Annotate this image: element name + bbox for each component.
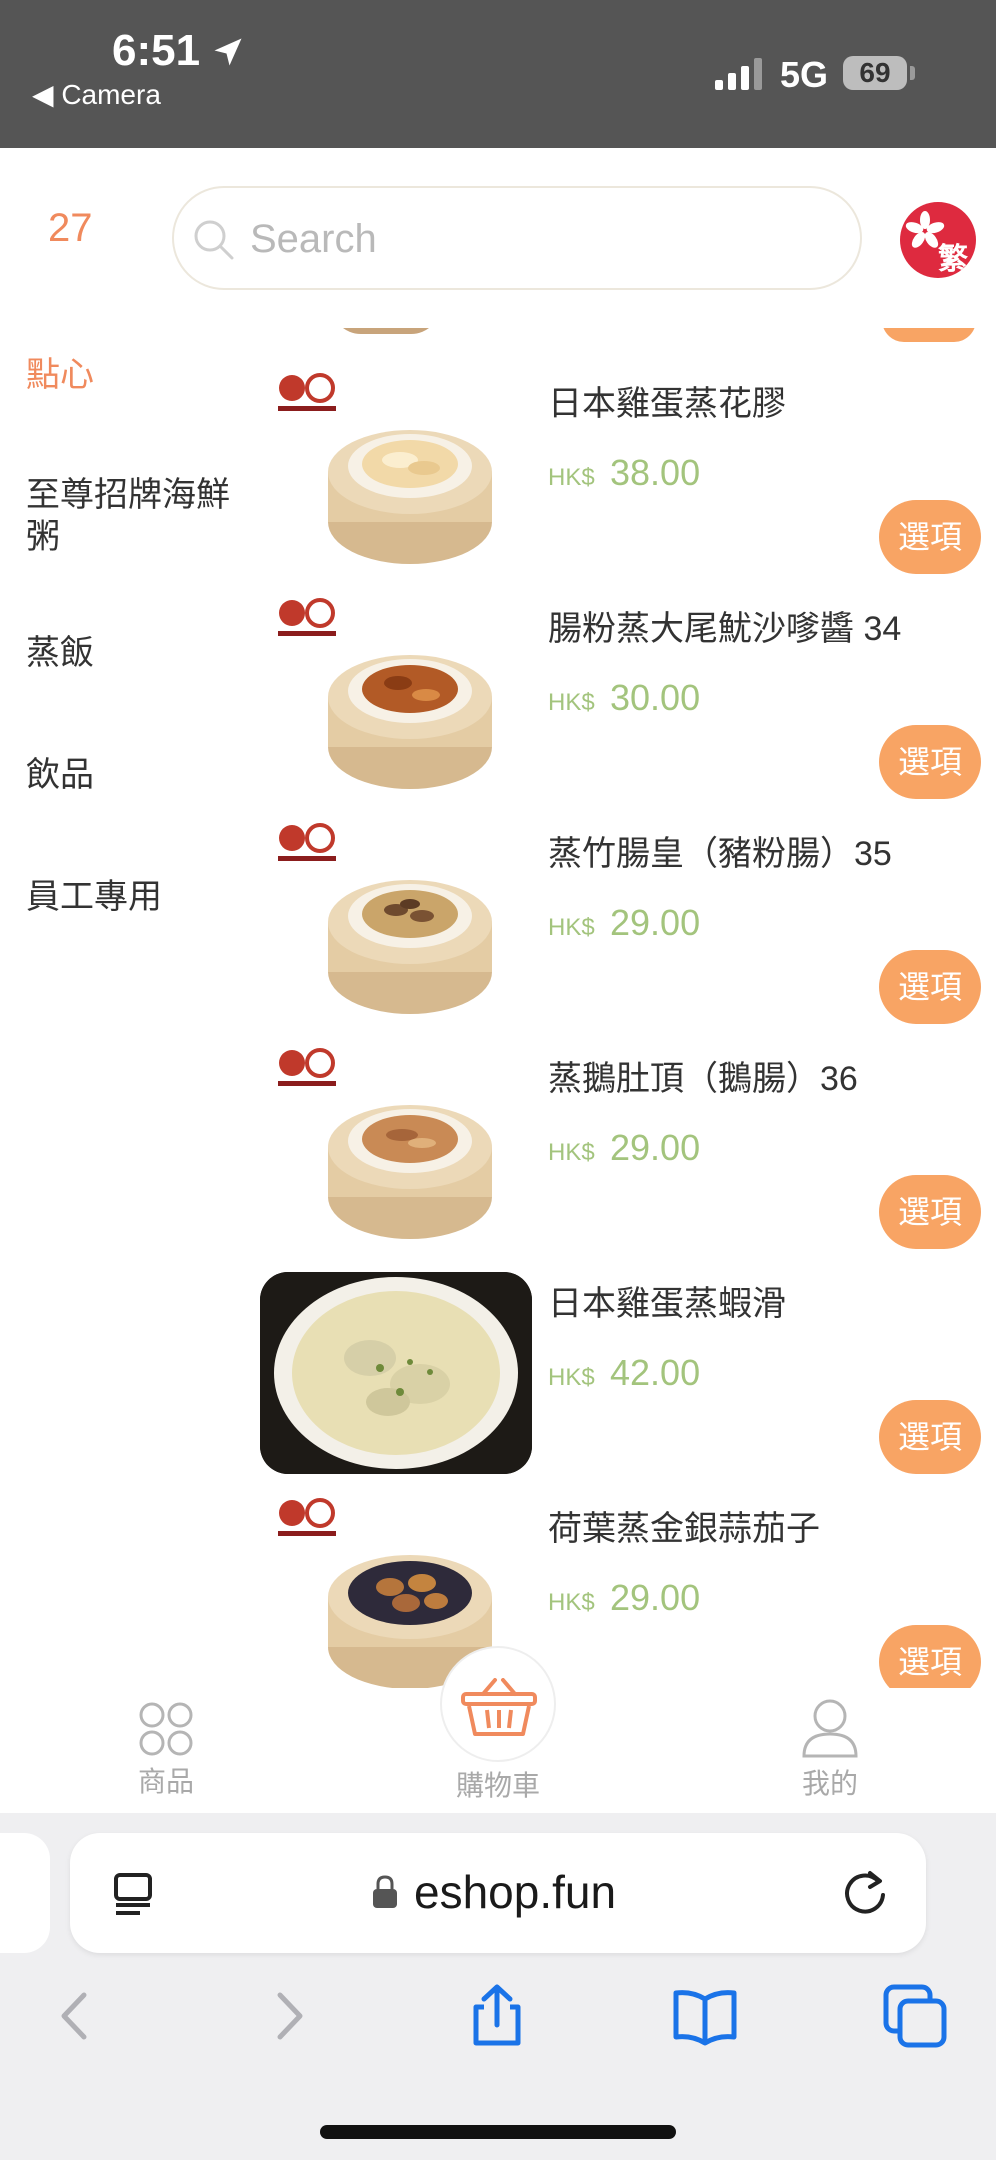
network-label: 5G [780,54,829,95]
category-item-seafood-congee[interactable]: 至尊招牌海鮮粥 [26,474,251,558]
url-text: eshop.fun [414,1866,617,1918]
cart-count[interactable]: 27 [48,206,93,251]
search-bar[interactable] [172,186,862,290]
product-item[interactable]: 腸粉蒸大尾魷沙嗲醬 34 HK$ 30.00 選項 [246,597,996,822]
product-name: 蒸鵝肚頂（鵝腸）36 [548,1060,858,1098]
price-currency: HK$ [548,914,595,941]
product-name: 荷葉蒸金銀蒜茄子 [548,1510,820,1548]
reader-icon[interactable] [110,1871,156,1917]
tab-me-label: 我的 [801,1768,858,1799]
product-image [260,822,532,1024]
language-label: 繁 [938,243,968,276]
bookmarks-icon[interactable] [670,1981,740,2051]
product-name: 日本雞蛋蒸蝦滑 [548,1285,786,1323]
status-bar: 6:51 ◀ Camera 5G 69 [0,0,996,148]
tab-products-label: 商品 [137,1766,194,1797]
options-button[interactable]: 選項 [879,950,981,1024]
back-icon[interactable] [40,1981,110,2051]
product-price: 38.00 [610,452,701,493]
tab-cart[interactable]: 購物車 [440,1646,556,1804]
grid-icon [139,1702,193,1756]
options-button[interactable]: 選項 [879,1400,981,1474]
product-item[interactable]: 蒸鵝肚頂（鵝腸）36 HK$ 29.00 選項 [246,1047,996,1272]
tabs-icon[interactable] [880,1981,950,2051]
price-currency: HK$ [548,464,595,491]
category-item-steamed-rice[interactable]: 蒸飯 [26,632,251,674]
tab-me[interactable]: 我的 [780,1698,880,1802]
product-name: 日本雞蛋蒸花膠 [548,385,786,423]
address-bar[interactable]: eshop.fun [70,1833,926,1953]
category-item-dim-sum[interactable]: 點心 [26,354,251,396]
product-image [260,597,532,799]
search-icon [194,220,234,260]
category-item-staff-only[interactable]: 員工專用 [26,876,251,918]
steamer-basket-icon [328,430,492,564]
price-currency: HK$ [548,1364,595,1391]
product-image [260,372,532,574]
steamer-basket-icon [328,1105,492,1239]
product-price: 29.00 [610,1127,701,1168]
options-button[interactable]: 選項 [879,725,981,799]
product-price: 42.00 [610,1352,701,1393]
product-name: 腸粉蒸大尾魷沙嗲醬 34 [548,610,902,648]
product-item[interactable]: 日本雞蛋蒸花膠 HK$ 38.00 選項 [246,372,996,597]
search-input[interactable] [250,206,830,272]
tab-products[interactable]: 商品 [116,1700,216,1800]
tab-cart-label: 購物車 [455,1770,540,1801]
product-image [260,1272,532,1474]
category-item-drinks[interactable]: 飲品 [26,754,251,796]
product-price: 30.00 [610,677,701,718]
product-price: 29.00 [610,1577,701,1618]
previous-tab-peek[interactable] [0,1833,50,1953]
signal-icon [715,58,762,90]
forward-icon[interactable] [254,1981,324,2051]
home-indicator [320,2125,676,2139]
lock-icon [373,1875,397,1908]
steamer-basket-icon [328,655,492,789]
back-to-camera-link[interactable]: ◀ Camera [32,78,161,111]
location-arrow-icon [214,38,242,66]
product-item[interactable]: 荷葉蒸金銀蒜茄子 HK$ 29.00 選項 [246,1497,996,1688]
person-icon [802,1699,858,1758]
price-currency: HK$ [548,1589,595,1616]
reload-icon[interactable] [840,1867,890,1917]
shop-header: 27 繁 [0,148,996,328]
bottom-tab-bar: 商品 購物車 我的 [0,1646,996,1813]
cart-button-circle[interactable] [440,1646,556,1762]
product-name: 蒸竹腸皇（豬粉腸）35 [548,835,892,873]
price-currency: HK$ [548,689,595,716]
product-list: 日本雞蛋蒸花膠 HK$ 38.00 選項 腸粉蒸大尾魷沙嗲醬 34 HK$ 30… [246,328,996,1688]
product-item[interactable]: 日本雞蛋蒸蝦滑 HK$ 42.00 選項 [246,1272,996,1497]
product-image [260,1047,532,1249]
clipped-product-image [331,328,441,334]
language-switch[interactable]: 繁 [900,202,976,278]
options-button[interactable]: 選項 [879,1175,981,1249]
product-item[interactable]: 蒸竹腸皇（豬粉腸）35 HK$ 29.00 選項 [246,822,996,1047]
steamed-egg-dish-icon [260,1272,532,1474]
basket-icon [461,1678,537,1736]
status-time: 6:51 [112,26,201,75]
options-button[interactable]: 選項 [879,1625,981,1688]
battery-indicator: 69 [843,56,907,90]
product-photo [260,1272,532,1474]
options-button[interactable]: 選項 [879,500,981,574]
price-currency: HK$ [548,1139,595,1166]
product-price: 29.00 [610,902,701,943]
share-icon[interactable] [462,1981,532,2051]
steamer-basket-icon [328,880,492,1014]
clipped-option-button[interactable] [882,328,976,342]
battery-tip [910,66,915,80]
browser-chrome: eshop.fun [0,1813,996,2160]
category-sidebar: 點心 至尊招牌海鮮粥 蒸飯 飲品 員工專用 [0,328,246,1688]
